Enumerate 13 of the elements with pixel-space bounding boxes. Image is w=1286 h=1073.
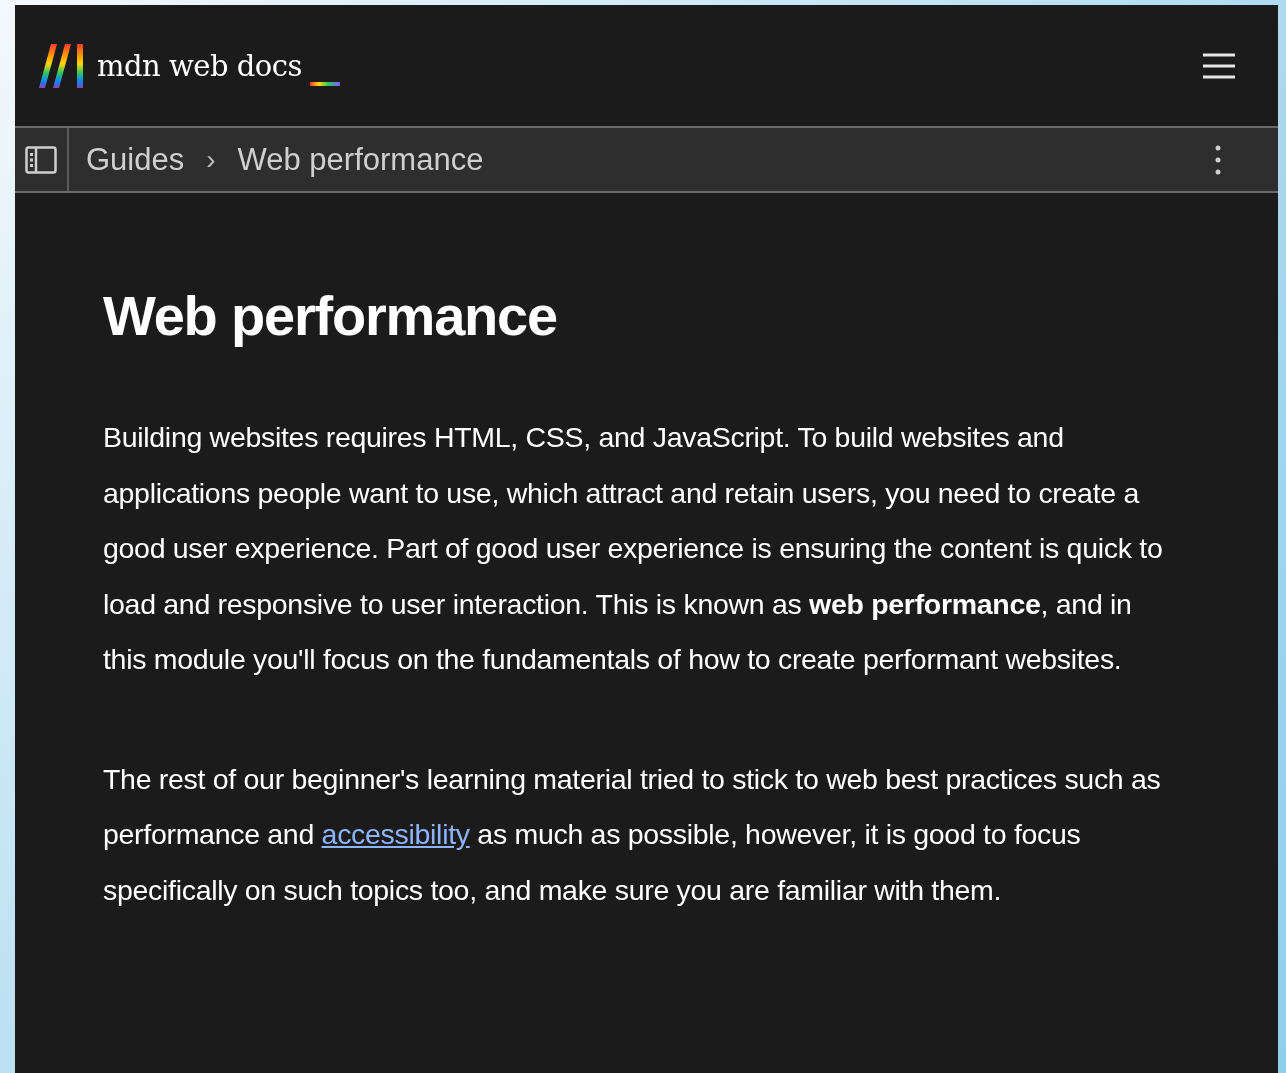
more-options-icon[interactable] — [1215, 144, 1221, 175]
article-paragraph: The rest of our beginner's learning material tried to stick to web best practices such as performance and accessibility as much as possible, however, it is good to focus specifically on such topics too, and make sure you are familiar with them. — [103, 761, 1162, 908]
logo-text: mdn web docs — [97, 48, 302, 83]
menu-icon[interactable] — [1202, 52, 1236, 79]
breadcrumb-link[interactable]: Guides — [86, 141, 185, 178]
site-logo[interactable]: mdn web docs — [39, 43, 340, 88]
article-title: Web performance — [103, 283, 558, 348]
article-paragraph: Building websites requires HTML, CSS, and JavaScript. To build websites and applications people want to use, which attract and retain users, you need to create a good user experience. Part of good user experience is ensuring the content is quick to load and responsive to user interaction. This is known as web performance, and in this module you'll focus on the fundamentals of how to create performant websites. — [103, 420, 1164, 677]
breadcrumb-link[interactable]: Web performance — [237, 141, 484, 178]
breadcrumb-separator: › — [206, 143, 216, 176]
sidebar-icon — [25, 145, 57, 174]
rainbow-cursor-icon — [309, 81, 340, 86]
accessibility-link[interactable]: accessibility — [321, 818, 470, 850]
